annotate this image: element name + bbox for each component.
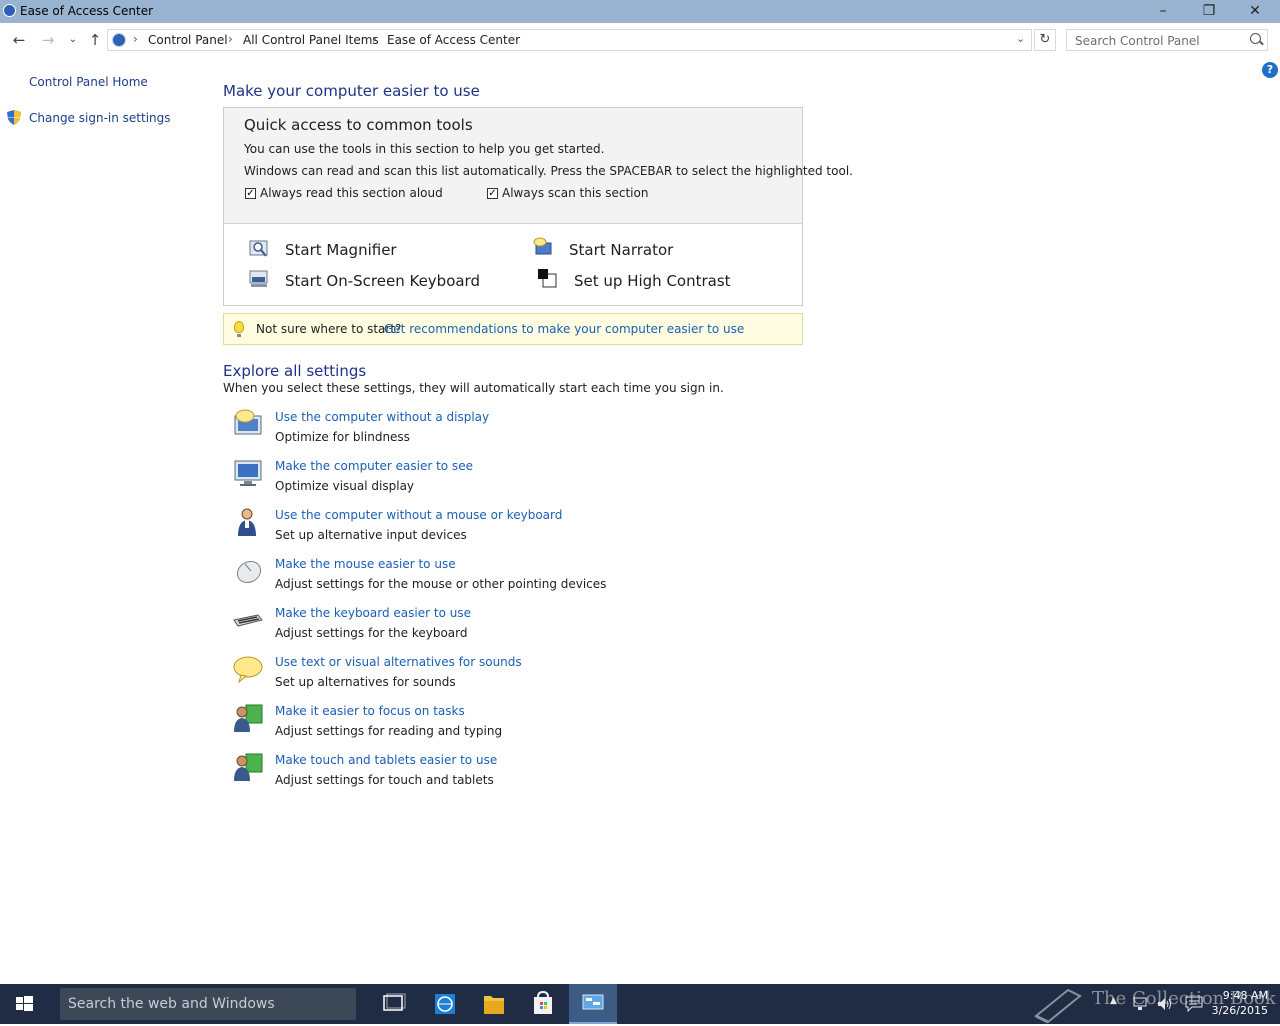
page-title: Make your computer easier to use: [223, 82, 480, 100]
set-up-high-contrast-button[interactable]: Set up High Contrast: [574, 272, 731, 290]
control-panel-home-link[interactable]: Control Panel Home: [29, 75, 148, 89]
search-box[interactable]: [1066, 29, 1268, 51]
read-aloud-label[interactable]: Always read this section aloud: [260, 186, 443, 200]
clock[interactable]: 9:48 AM 3/26/2015: [1212, 988, 1268, 1018]
control-panel-icon: [112, 33, 126, 47]
search-icon[interactable]: [1250, 33, 1261, 44]
quick-access-header: Quick access to common tools You can use…: [224, 108, 853, 224]
monitor-icon: [234, 460, 262, 486]
control-panel-taskbar-button[interactable]: [569, 984, 617, 1024]
maximize-button[interactable]: ❐: [1186, 0, 1232, 23]
start-magnifier-button[interactable]: Start Magnifier: [285, 241, 397, 259]
setting-desc-easier-to-see: Optimize visual display: [275, 479, 415, 493]
taskbar-search-box[interactable]: Search the web and Windows: [60, 988, 356, 1020]
close-button[interactable]: ✕: [1232, 0, 1278, 23]
help-icon[interactable]: ?: [1262, 62, 1278, 78]
setting-desc-mouse: Adjust settings for the mouse or other p…: [275, 577, 607, 591]
window-title: Ease of Access Center: [20, 4, 154, 18]
file-explorer-icon[interactable]: [470, 984, 518, 1024]
read-aloud-checkbox[interactable]: ✓: [245, 188, 256, 199]
title-bar: Ease of Access Center – ❐ ✕: [0, 0, 1280, 23]
shield-icon: [7, 110, 21, 125]
quick-access-title: Quick access to common tools: [244, 116, 473, 134]
browser-icon[interactable]: [421, 984, 469, 1024]
get-recommendations-link[interactable]: Get recommendations to make your compute…: [384, 322, 744, 336]
setting-desc-alt-input: Set up alternative input devices: [275, 528, 467, 542]
setting-link-no-display[interactable]: Use the computer without a display: [275, 410, 489, 424]
focus-user-icon: [234, 704, 263, 732]
breadcrumb-control-panel[interactable]: Control Panel: [148, 33, 228, 47]
recommendations-hint-bar: Not sure where to start? Get recommendat…: [223, 313, 803, 345]
start-onscreen-keyboard-button[interactable]: Start On-Screen Keyboard: [285, 272, 480, 290]
setting-link-keyboard[interactable]: Make the keyboard easier to use: [275, 606, 471, 620]
book-watermark-icon: [1034, 988, 1082, 1024]
minimize-button[interactable]: –: [1140, 0, 1186, 23]
taskbar: Search the web and Windows The Collectio…: [0, 984, 1280, 1024]
scan-section-label[interactable]: Always scan this section: [502, 186, 648, 200]
speech-bubble-icon: [233, 656, 263, 684]
back-arrow-icon[interactable]: ←: [9, 30, 29, 50]
onscreen-keyboard-icon: [249, 270, 268, 287]
search-input[interactable]: [1073, 31, 1247, 51]
breadcrumb-separator-icon: ›: [372, 32, 377, 46]
touch-user-icon: [234, 753, 263, 781]
setting-desc-no-display: Optimize for blindness: [275, 430, 410, 444]
change-sign-in-settings-link[interactable]: Change sign-in settings: [29, 111, 171, 125]
mouse-icon: [236, 560, 262, 584]
breadcrumb-separator-icon: ›: [228, 32, 233, 46]
volume-icon[interactable]: [1156, 996, 1174, 1012]
quick-access-description: You can use the tools in this section to…: [244, 142, 605, 156]
show-hidden-icons-chevron[interactable]: ▲: [1110, 996, 1117, 1006]
hint-text: Not sure where to start?: [256, 322, 402, 336]
scan-section-checkbox[interactable]: ✓: [487, 188, 498, 199]
explore-settings-heading: Explore all settings: [223, 362, 367, 380]
breadcrumb-all-items[interactable]: All Control Panel Items: [243, 33, 379, 47]
clock-time: 9:48 AM: [1222, 989, 1268, 1002]
setting-link-mouse[interactable]: Make the mouse easier to use: [275, 557, 456, 571]
quick-access-scan-info: Windows can read and scan this list auto…: [244, 164, 853, 178]
narrator-icon: [533, 237, 552, 255]
setting-link-sound-alternatives[interactable]: Use text or visual alternatives for soun…: [275, 655, 522, 669]
setting-link-easier-to-see[interactable]: Make the computer easier to see: [275, 459, 473, 473]
setting-link-alt-input[interactable]: Use the computer without a mouse or keyb…: [275, 508, 562, 522]
setting-link-touch[interactable]: Make touch and tablets easier to use: [275, 753, 497, 767]
quick-access-panel: Quick access to common tools You can use…: [223, 107, 853, 306]
ease-of-access-icon: [3, 4, 16, 17]
setting-desc-sound-alternatives: Set up alternatives for sounds: [275, 675, 456, 689]
setting-link-focus[interactable]: Make it easier to focus on tasks: [275, 704, 465, 718]
recent-locations-chevron-icon[interactable]: ⌄: [63, 30, 83, 50]
keyboard-icon: [233, 614, 263, 627]
action-center-icon[interactable]: [1185, 996, 1203, 1012]
forward-arrow-icon[interactable]: →: [38, 30, 58, 50]
setting-desc-touch: Adjust settings for touch and tablets: [275, 773, 494, 787]
person-icon: [238, 508, 256, 536]
setting-desc-keyboard: Adjust settings for the keyboard: [275, 626, 468, 640]
windows-start-icon[interactable]: [0, 984, 48, 1024]
address-dropdown-chevron-icon[interactable]: ⌄: [1016, 32, 1025, 45]
clock-date: 3/26/2015: [1211, 1004, 1268, 1017]
high-contrast-icon: [538, 269, 557, 288]
explore-settings-subtitle: When you select these settings, they wil…: [223, 381, 724, 395]
store-icon[interactable]: [519, 984, 567, 1024]
breadcrumb-separator-icon: ›: [133, 32, 138, 46]
refresh-icon[interactable]: ↻: [1034, 29, 1056, 51]
no-display-icon: [234, 409, 262, 435]
start-narrator-button[interactable]: Start Narrator: [569, 241, 673, 259]
control-panel-taskbar-icon: [582, 994, 604, 1010]
network-icon[interactable]: [1132, 996, 1148, 1012]
up-arrow-icon[interactable]: ↑: [85, 30, 105, 50]
setting-desc-focus: Adjust settings for reading and typing: [275, 724, 503, 738]
magnifier-icon: [249, 240, 268, 257]
breadcrumb-ease-of-access[interactable]: Ease of Access Center: [387, 33, 520, 47]
task-view-icon[interactable]: [370, 984, 418, 1024]
lightbulb-icon: [234, 321, 244, 337]
